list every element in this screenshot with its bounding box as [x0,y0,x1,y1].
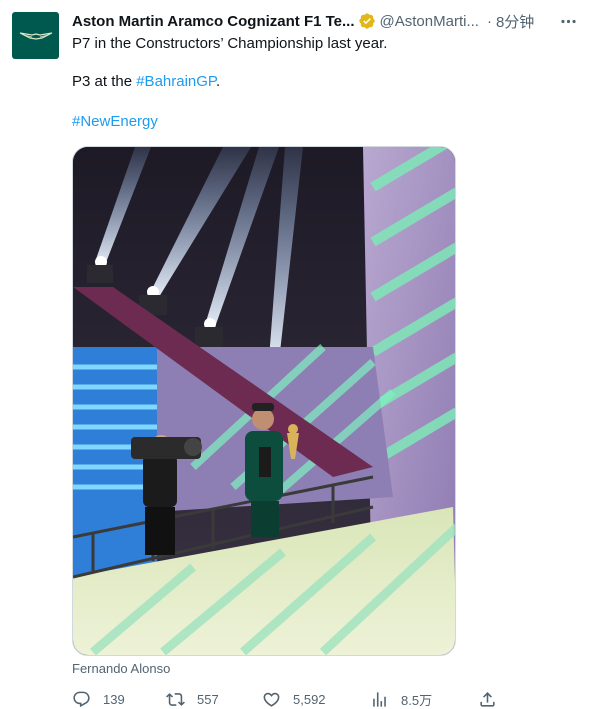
retweet-icon [166,692,185,706]
text-prefix: P3 at the [72,73,137,90]
tweet-text-line-2: P3 at the #BahrainGP. [72,72,220,92]
views-icon [373,691,386,707]
retweet-button[interactable]: 557 [166,688,219,709]
podium-photo-illustration [73,147,455,655]
reply-button[interactable]: 139 [72,688,125,709]
action-bar: 139 557 5,592 8.5万 [72,688,502,709]
aston-martin-wings-icon [19,31,52,40]
retweet-count: 557 [197,691,219,707]
like-icon [263,692,280,707]
like-button[interactable]: 5,592 [262,688,326,709]
text-suffix: . [216,73,221,90]
share-icon [480,691,495,707]
author-name[interactable]: Aston Martin Aramco Cognizant F1 Te... [72,13,355,30]
avatar[interactable] [12,12,59,59]
hashtag-newenergy-link[interactable]: #NewEnergy [72,113,158,130]
reply-icon [73,691,90,707]
verified-badge-icon[interactable] [358,12,376,30]
views-count: 8.5万 [401,692,433,708]
author-handle[interactable]: @AstonMarti... [380,13,479,30]
hashtag-bahraingp-link[interactable]: #BahrainGP [136,73,216,90]
tweet-text-line-3: #NewEnergy [72,112,158,132]
tweet-text-line-1: P7 in the Constructors’ Championship las… [72,35,388,52]
tweet-photo[interactable] [72,146,456,656]
like-count: 5,592 [293,691,326,707]
photo-caption[interactable]: Fernando Alonso [72,661,170,676]
tweet-header: Aston Martin Aramco Cognizant F1 Te... @… [72,11,580,31]
reply-count: 139 [103,691,125,707]
more-icon[interactable] [556,11,580,31]
views-button[interactable]: 8.5万 [370,688,432,709]
tweet-time[interactable]: 8分钟 [496,11,534,32]
separator-dot: · [486,12,492,30]
share-button[interactable] [478,688,497,709]
